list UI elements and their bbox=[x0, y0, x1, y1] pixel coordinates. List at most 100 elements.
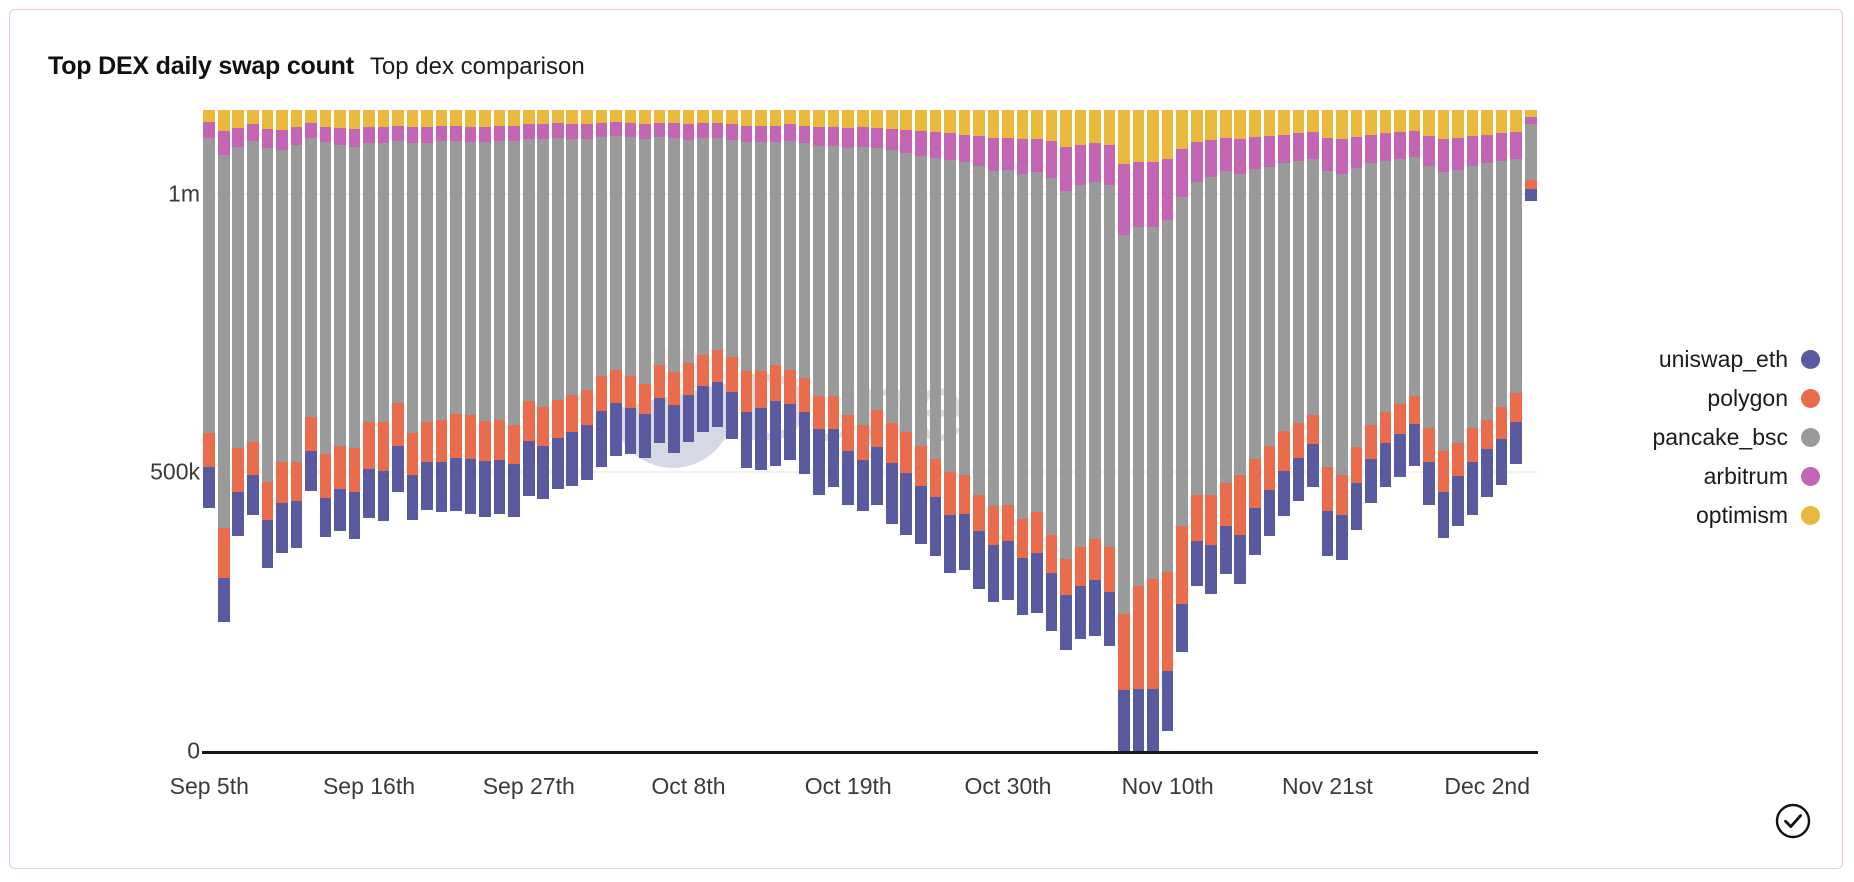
bar-column[interactable] bbox=[348, 110, 361, 751]
bar-column[interactable] bbox=[203, 110, 216, 751]
bar-column[interactable] bbox=[1379, 110, 1392, 751]
bar-column[interactable] bbox=[915, 110, 927, 751]
bar-column[interactable] bbox=[1510, 110, 1523, 751]
bar-column[interactable] bbox=[435, 110, 448, 751]
bar-column[interactable] bbox=[464, 110, 477, 751]
bar-column[interactable] bbox=[682, 110, 695, 751]
legend-item-uniswap_eth[interactable]: uniswap_eth bbox=[1659, 346, 1820, 373]
legend-item-arbitrum[interactable]: arbitrum bbox=[1704, 463, 1820, 490]
bar-column[interactable] bbox=[1190, 110, 1203, 751]
bar-column[interactable] bbox=[1205, 110, 1218, 751]
bar-column[interactable] bbox=[305, 110, 317, 751]
bar-column[interactable] bbox=[639, 110, 651, 751]
bar-column[interactable] bbox=[1249, 110, 1261, 751]
bar-column[interactable] bbox=[551, 110, 564, 751]
legend-item-polygon[interactable]: polygon bbox=[1707, 385, 1820, 412]
bar-column[interactable] bbox=[1495, 110, 1508, 751]
bar-column[interactable] bbox=[392, 110, 404, 751]
bar-column[interactable] bbox=[450, 110, 462, 751]
bar-column[interactable] bbox=[232, 110, 245, 751]
bar-column[interactable] bbox=[1408, 110, 1421, 751]
bar-column[interactable] bbox=[958, 110, 971, 751]
bar-column[interactable] bbox=[1524, 110, 1537, 751]
bar-column[interactable] bbox=[421, 110, 433, 751]
bar-column[interactable] bbox=[1103, 110, 1116, 751]
bar-column[interactable] bbox=[1161, 110, 1174, 751]
bar-column[interactable] bbox=[885, 110, 898, 751]
bar-column[interactable] bbox=[987, 110, 1000, 751]
bar-column[interactable] bbox=[769, 110, 782, 751]
bar-column[interactable] bbox=[624, 110, 637, 751]
bar-column[interactable] bbox=[1466, 110, 1479, 751]
bar-column[interactable] bbox=[827, 110, 840, 751]
bar-column[interactable] bbox=[1350, 110, 1363, 751]
bar-column[interactable] bbox=[290, 110, 303, 751]
bar-column[interactable] bbox=[522, 110, 535, 751]
bar-column[interactable] bbox=[784, 110, 796, 751]
bar-column[interactable] bbox=[319, 110, 332, 751]
bar-column[interactable] bbox=[1307, 110, 1319, 751]
bar-column[interactable] bbox=[1278, 110, 1290, 751]
bar-column[interactable] bbox=[377, 110, 390, 751]
bar-column[interactable] bbox=[798, 110, 811, 751]
bar-column[interactable] bbox=[1481, 110, 1493, 751]
bar-column[interactable] bbox=[566, 110, 579, 751]
bar-column[interactable] bbox=[1060, 110, 1072, 751]
bar-column[interactable] bbox=[1263, 110, 1276, 751]
bar-column[interactable] bbox=[1452, 110, 1464, 751]
bar-column[interactable] bbox=[697, 110, 709, 751]
bar-column[interactable] bbox=[973, 110, 985, 751]
bar-column[interactable] bbox=[813, 110, 825, 751]
bar-column[interactable] bbox=[842, 110, 855, 751]
bar-column[interactable] bbox=[1132, 110, 1145, 751]
bar-column[interactable] bbox=[740, 110, 753, 751]
bar-column[interactable] bbox=[856, 110, 869, 751]
bar-segment-uniswap_eth bbox=[319, 497, 332, 537]
bar-column[interactable] bbox=[1147, 110, 1159, 752]
bar-column[interactable] bbox=[871, 110, 884, 751]
bar-column[interactable] bbox=[406, 110, 419, 751]
bar-column[interactable] bbox=[537, 110, 550, 751]
bar-column[interactable] bbox=[929, 110, 942, 751]
bar-column[interactable] bbox=[1321, 110, 1334, 751]
bar-column[interactable] bbox=[610, 110, 622, 751]
bar-column[interactable] bbox=[1002, 110, 1014, 751]
bar-column[interactable] bbox=[1045, 110, 1058, 751]
bar-segment-uniswap_eth bbox=[813, 428, 825, 495]
bar-column[interactable] bbox=[1219, 110, 1232, 751]
bar-column[interactable] bbox=[363, 110, 375, 751]
bar-column[interactable] bbox=[479, 110, 491, 751]
bar-column[interactable] bbox=[1176, 110, 1189, 751]
bar-column[interactable] bbox=[1118, 110, 1130, 752]
bar-column[interactable] bbox=[247, 110, 259, 751]
bar-column[interactable] bbox=[944, 110, 956, 751]
bar-column[interactable] bbox=[595, 110, 608, 751]
bar-column[interactable] bbox=[1089, 110, 1101, 751]
bar-column[interactable] bbox=[1437, 110, 1450, 751]
bar-column[interactable] bbox=[900, 110, 913, 751]
bar-column[interactable] bbox=[1423, 110, 1435, 751]
bar-column[interactable] bbox=[1016, 110, 1029, 751]
bar-column[interactable] bbox=[261, 110, 274, 751]
bar-column[interactable] bbox=[276, 110, 288, 751]
check-circle-icon[interactable] bbox=[1774, 802, 1812, 840]
bar-column[interactable] bbox=[1394, 110, 1406, 751]
bar-column[interactable] bbox=[668, 110, 680, 751]
bar-column[interactable] bbox=[493, 110, 506, 751]
bar-column[interactable] bbox=[1234, 110, 1247, 751]
bar-column[interactable] bbox=[581, 110, 593, 751]
bar-column[interactable] bbox=[1336, 110, 1348, 751]
bar-column[interactable] bbox=[726, 110, 738, 751]
legend-item-optimism[interactable]: optimism bbox=[1696, 502, 1820, 529]
bar-column[interactable] bbox=[653, 110, 666, 751]
bar-column[interactable] bbox=[755, 110, 767, 751]
bar-column[interactable] bbox=[334, 110, 346, 751]
bar-column[interactable] bbox=[1074, 110, 1087, 751]
bar-column[interactable] bbox=[1031, 110, 1043, 751]
bar-column[interactable] bbox=[1365, 110, 1377, 751]
bar-column[interactable] bbox=[711, 110, 724, 751]
bar-column[interactable] bbox=[1292, 110, 1305, 751]
bar-column[interactable] bbox=[217, 110, 230, 751]
bar-column[interactable] bbox=[508, 110, 521, 751]
legend-item-pancake_bsc[interactable]: pancake_bsc bbox=[1652, 424, 1820, 451]
